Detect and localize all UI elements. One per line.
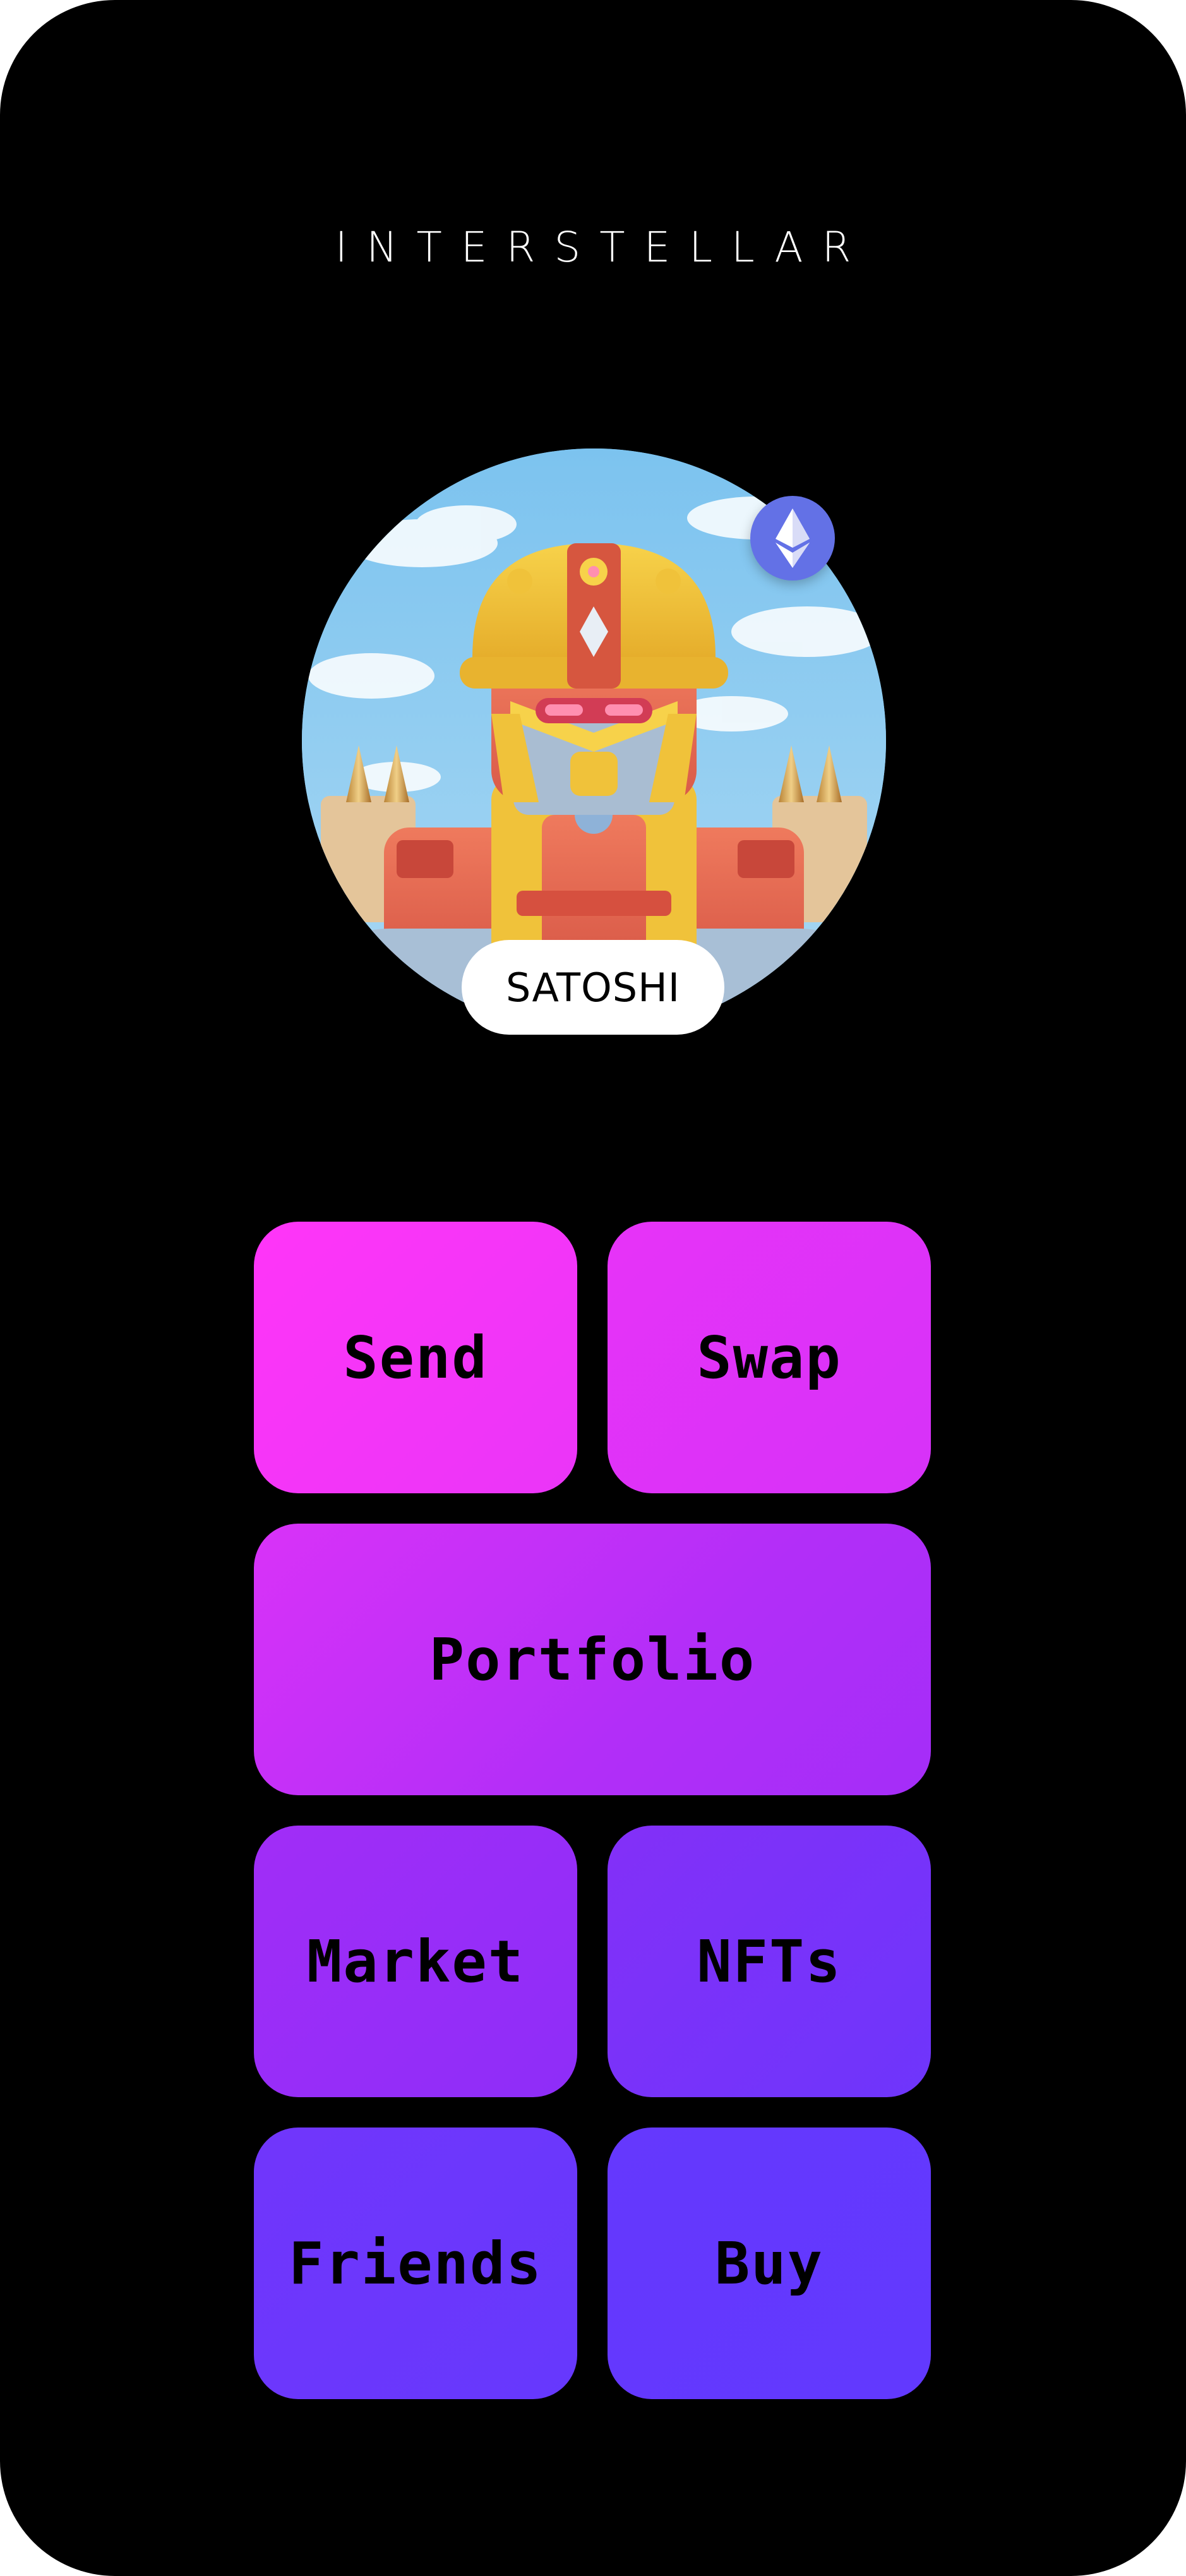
- friends-button[interactable]: Friends: [254, 2128, 577, 2399]
- send-button[interactable]: Send: [254, 1222, 577, 1493]
- market-button[interactable]: Market: [254, 1826, 577, 2097]
- ethereum-badge[interactable]: [750, 496, 835, 581]
- buy-button[interactable]: Buy: [608, 2128, 931, 2399]
- username-badge: SATOSHI: [462, 940, 724, 1035]
- nfts-button[interactable]: NFTs: [608, 1826, 931, 2097]
- swap-button[interactable]: Swap: [608, 1222, 931, 1493]
- app-screen: INTERSTELLAR SATOSHI Send Swap Portfolio…: [0, 0, 1186, 2576]
- portfolio-button[interactable]: Portfolio: [254, 1524, 931, 1795]
- ethereum-icon: [776, 509, 810, 568]
- brand-title: INTERSTELLAR: [335, 223, 870, 272]
